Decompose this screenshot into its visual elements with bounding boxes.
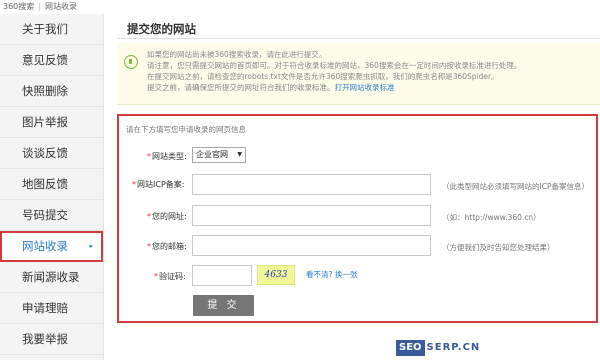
tip-line-text: 提交之前，请确保您所提交的网址符合我们的收录标准。 [147,83,335,92]
watermark-domain: SERP.CN [426,342,481,353]
sidebar-item-report[interactable]: 我要举报 [0,324,103,355]
breadcrumb-current: 网站收录 [44,2,77,11]
url-label: *您的网址: [147,212,187,221]
icp-input[interactable] [192,174,431,195]
sidebar-item-feedback[interactable]: 意见反馈 [0,45,103,76]
watermark-seo: SEO [396,340,425,356]
sidebar-item-label: 快照删除 [22,84,68,98]
sidebar-item-label: 号码提交 [22,208,68,222]
tip-line: 请注意，您只需提交网站的首页即可。对于符合收录标准的网站，360搜索会在一定时间… [147,61,522,70]
sidebar-item-site-submit[interactable]: 网站收录 ▸ [0,231,103,262]
url-hint: （如：http://www.360.cn） [442,213,541,222]
page-title: 提交您的网站 [127,22,196,36]
sidebar-item-talk-feedback[interactable]: 谈谈反馈 [0,138,103,169]
tip-line: 提交之前，请确保您所提交的网址符合我们的收录标准。打开网站收录标准 [147,82,395,93]
captcha-image[interactable]: 4633 [257,265,295,285]
chevron-down-icon: ▼ [237,151,242,158]
sidebar-item-number-submit[interactable]: 号码提交 [0,200,103,231]
site-type-label: *网站类型: [147,152,187,161]
url-input[interactable] [192,205,431,226]
sidebar-item-claim[interactable]: 申请理赔 [0,293,103,324]
title-divider [117,38,600,39]
captcha-refresh-link[interactable]: 看不清? 换一张 [306,269,357,280]
icp-hint: （此类型网站必须填写网站的ICP备案信息） [442,182,589,191]
sidebar-item-about[interactable]: 关于我们 [0,14,103,45]
sidebar-item-label: 意见反馈 [22,53,68,67]
sidebar-item-image-report[interactable]: 图片举报 [0,107,103,138]
sidebar-item-label: 新闻源收录 [22,270,80,284]
sidebar-item-label: 关于我们 [22,22,68,36]
captcha-label: *验证码: [154,272,186,281]
sidebar: 关于我们 意见反馈 快照删除 图片举报 谈谈反馈 地图反馈 号码提交 网站收录 ▸… [0,14,104,360]
icp-label: *网站ICP备案: [132,180,185,189]
sidebar-item-label: 申请理赔 [22,301,68,315]
sidebar-item-map-feedback[interactable]: 地图反馈 [0,169,103,200]
breadcrumb-separator: | [38,2,41,11]
sidebar-item-label: 地图反馈 [22,177,68,191]
tip-box: 如果您的网站尚未被360搜索收录，请在此进行提交。 请注意，您只需提交网站的首页… [117,43,600,105]
sidebar-item-label: 网站收录 [22,239,68,253]
sidebar-item-news-source[interactable]: 新闻源收录 [0,262,103,293]
watermark-logo: SEO SERP.CN [396,340,480,356]
chevron-right-icon: ▸ [89,242,93,250]
lightbulb-icon [124,55,138,69]
email-input[interactable] [192,235,431,256]
form-intro: 请在下方填写您申请收录的网页信息 [126,125,246,134]
sidebar-item-label: 谈谈反馈 [22,146,68,160]
sidebar-item-label: 图片举报 [22,115,68,129]
breadcrumb: 360搜索 | 网站收录 [0,0,600,14]
tip-line: 如果您的网站尚未被360搜索收录，请在此进行提交。 [147,50,327,59]
sidebar-item-snapshot-delete[interactable]: 快照删除 [0,76,103,107]
captcha-input[interactable] [192,265,252,286]
standards-link[interactable]: 打开网站收录标准 [335,83,395,92]
tip-line: 在提交网站之前，请检查您的robots.txt文件是否允许360搜索爬虫抓取，我… [147,72,499,81]
breadcrumb-root[interactable]: 360搜索 [3,2,34,11]
site-type-select[interactable]: 企业官网 ▼ [192,147,246,163]
submit-form: 请在下方填写您申请收录的网页信息 *网站类型: 企业官网 ▼ *网站ICP备案: … [117,114,598,323]
sidebar-item-label: 我要举报 [22,332,68,346]
email-label: *您的邮箱: [147,242,187,251]
submit-button[interactable]: 提 交 [193,295,254,316]
email-hint: （方便我们及时告知您处理结果） [442,243,555,252]
